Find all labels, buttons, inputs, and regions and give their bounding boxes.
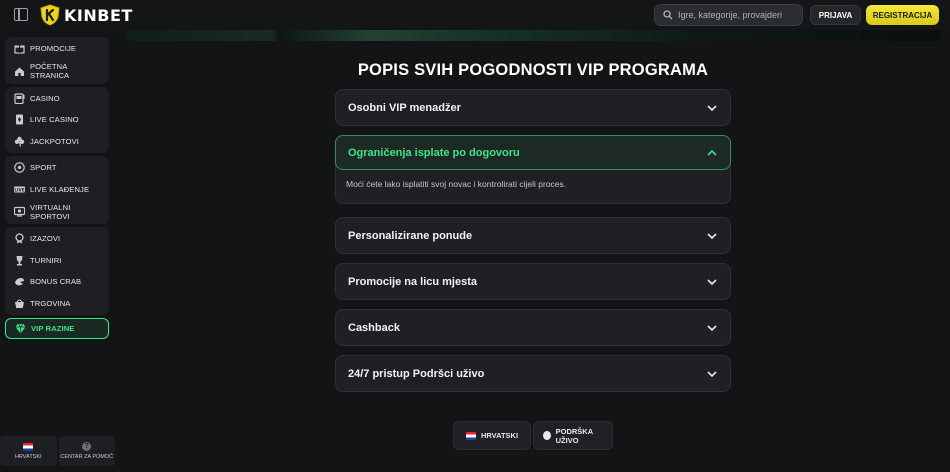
sidebar-group: SPORT LIVE LIVE KLAĐENJE VIRTUALNI SPORT… bbox=[5, 156, 109, 224]
live-badge-icon: LIVE bbox=[14, 184, 25, 195]
accordion-title: Cashback bbox=[348, 321, 400, 334]
diamond-icon bbox=[15, 323, 26, 334]
sidebar-item-label: BONUS CRAB bbox=[30, 277, 82, 287]
sidebar-item-sport[interactable]: SPORT bbox=[5, 157, 109, 179]
sidebar-item-izazovi[interactable]: IZAZOVI bbox=[5, 228, 109, 250]
live-support-label: PODRŠKA UŽIVO bbox=[555, 426, 593, 445]
accordion-header[interactable]: Cashback bbox=[336, 310, 730, 345]
sidebar-group: CASINO LIVE CASINO JACKPOTOVI bbox=[5, 86, 109, 153]
home-icon bbox=[14, 66, 25, 77]
croatian-flag-icon bbox=[465, 431, 476, 440]
page-title: POPIS SVIH POGODNOSTI VIP PROGRAMA bbox=[357, 61, 709, 79]
chevron-down-icon bbox=[707, 278, 717, 285]
accordion-header[interactable]: Promocije na licu mjesta bbox=[336, 264, 730, 299]
gift-icon bbox=[14, 43, 25, 54]
sidebar-toggle-icon[interactable] bbox=[14, 8, 28, 21]
accordion-header[interactable]: Personalizirane ponude bbox=[336, 218, 730, 253]
promo-banner-strip bbox=[125, 30, 940, 41]
sidebar-item-live-casino[interactable]: LIVE CASINO bbox=[5, 109, 109, 131]
accordion-title: Promocije na licu mjesta bbox=[348, 275, 477, 288]
sidebar-group: IZAZOVI TURNIRI BONUS CRAB TRGOVINA bbox=[5, 227, 109, 315]
sidebar-item-label: TRGOVINA bbox=[30, 298, 71, 308]
help-center-label: CENTAR ZA POMOĆ bbox=[60, 454, 114, 460]
sidebar-item-virtualni-sportovi[interactable]: VIRTUALNI SPORTOVI bbox=[5, 200, 109, 223]
chevron-down-icon bbox=[707, 232, 717, 239]
accordion-title: 24/7 pristup Podršci uživo bbox=[348, 367, 485, 380]
accordion-header[interactable]: Osobni VIP menadžer bbox=[336, 90, 730, 125]
croatian-flag-icon bbox=[23, 442, 34, 451]
sidebar-item-label: IZAZOVI bbox=[30, 234, 61, 244]
crab-icon bbox=[14, 276, 25, 287]
sidebar-item-label: LIVE CASINO bbox=[30, 115, 79, 125]
sidebar-item-bonus-crab[interactable]: BONUS CRAB bbox=[5, 271, 109, 293]
sidebar-item-label: VIP RAZINE bbox=[31, 324, 75, 333]
sidebar-item-label: PROMOCIJE bbox=[30, 44, 77, 54]
sidebar-item-label: LIVE KLAĐENJE bbox=[30, 184, 90, 194]
svg-text:LIVE: LIVE bbox=[14, 187, 24, 192]
sidebar-item-jackpotovi[interactable]: JACKPOTOVI bbox=[5, 131, 109, 153]
sidebar: PROMOCIJE POČETNA STRANICA CASINO LIVE C… bbox=[5, 37, 109, 342]
accordion-header[interactable]: 24/7 pristup Podršci uživo bbox=[336, 356, 730, 391]
top-bar: KINBET PRIJAVA REGISTRACIJA bbox=[0, 0, 950, 30]
sidebar-item-label: POČETNA STRANICA bbox=[30, 62, 70, 80]
accordion-item[interactable]: Osobni VIP menadžer bbox=[335, 89, 731, 126]
accordion-item[interactable]: 24/7 pristup Podršci uživo bbox=[335, 355, 731, 392]
login-button[interactable]: PRIJAVA bbox=[810, 5, 861, 25]
chevron-down-icon bbox=[707, 370, 717, 377]
brand-name: KINBET bbox=[64, 5, 133, 25]
footer-buttons: HRVATSKI PODRŠKA UŽIVO bbox=[453, 421, 613, 450]
accordion-body: Moći ćete lako isplatiti svoj novac i ko… bbox=[346, 179, 567, 189]
footer-language-label: HRVATSKI bbox=[480, 431, 519, 440]
accordion-item[interactable]: Promocije na licu mjesta bbox=[335, 263, 731, 300]
sidebar-item-trgovina[interactable]: TRGOVINA bbox=[5, 293, 109, 315]
live-support-button[interactable]: PODRŠKA UŽIVO bbox=[533, 421, 613, 450]
soccer-ball-icon bbox=[14, 162, 25, 174]
sidebar-item-promocije[interactable]: PROMOCIJE bbox=[5, 38, 109, 60]
footer-language-button[interactable]: HRVATSKI bbox=[453, 421, 531, 450]
accordion-title: Personalizirane ponude bbox=[348, 229, 473, 242]
accordion-item[interactable]: Cashback bbox=[335, 309, 731, 346]
logo[interactable]: KINBET bbox=[40, 4, 133, 26]
shield-logo-icon bbox=[40, 4, 60, 26]
sidebar-item-live-kladenje[interactable]: LIVE LIVE KLAĐENJE bbox=[5, 179, 109, 201]
sidebar-item-label: TURNIRI bbox=[30, 255, 62, 265]
sidebar-item-label: CASINO bbox=[30, 93, 60, 103]
trophy-icon bbox=[14, 255, 25, 266]
language-button[interactable]: HRVATSKI bbox=[0, 436, 57, 466]
slot-machine-icon bbox=[14, 93, 25, 104]
help-center-button[interactable]: ? CENTAR ZA POMOĆ bbox=[58, 436, 115, 466]
accordion-item[interactable]: Personalizirane ponude bbox=[335, 217, 731, 254]
playing-card-icon bbox=[14, 114, 25, 125]
sidebar-item-vip-razine[interactable]: VIP RAZINE bbox=[5, 318, 109, 339]
sidebar-group: PROMOCIJE POČETNA STRANICA bbox=[5, 37, 109, 84]
sidebar-footer: HRVATSKI ? CENTAR ZA POMOĆ bbox=[0, 436, 115, 466]
chat-icon bbox=[543, 431, 551, 440]
accordion-header[interactable]: Ograničenja isplate po dogovoru bbox=[335, 135, 731, 170]
language-label: HRVATSKI bbox=[14, 453, 42, 460]
register-button[interactable]: REGISTRACIJA bbox=[866, 5, 939, 25]
medal-icon bbox=[14, 233, 25, 244]
sidebar-item-home[interactable]: POČETNA STRANICA bbox=[5, 60, 109, 83]
chevron-down-icon bbox=[707, 104, 717, 111]
sidebar-item-label: SPORT bbox=[30, 163, 57, 173]
help-icon: ? bbox=[82, 442, 92, 451]
sidebar-item-turniri[interactable]: TURNIRI bbox=[5, 250, 109, 272]
virtual-screen-icon bbox=[14, 206, 25, 217]
accordion-item-open[interactable]: Ograničenja isplate po dogovoru Moći ćet… bbox=[335, 135, 731, 204]
search-input[interactable] bbox=[678, 10, 798, 20]
accordion-title: Osobni VIP menadžer bbox=[348, 101, 461, 114]
sidebar-item-label: JACKPOTOVI bbox=[30, 136, 79, 146]
chevron-down-icon bbox=[707, 324, 717, 331]
search-icon bbox=[663, 10, 673, 20]
accordion-title: Ograničenja isplate po dogovoru bbox=[348, 146, 520, 159]
sidebar-item-casino[interactable]: CASINO bbox=[5, 88, 109, 110]
basket-icon bbox=[14, 298, 25, 309]
sidebar-item-label: VIRTUALNI SPORTOVI bbox=[30, 202, 71, 221]
chevron-up-icon bbox=[707, 149, 717, 156]
sidebar-group: VIP RAZINE bbox=[5, 318, 109, 339]
clover-icon bbox=[14, 136, 25, 147]
search-bar[interactable] bbox=[654, 4, 803, 26]
